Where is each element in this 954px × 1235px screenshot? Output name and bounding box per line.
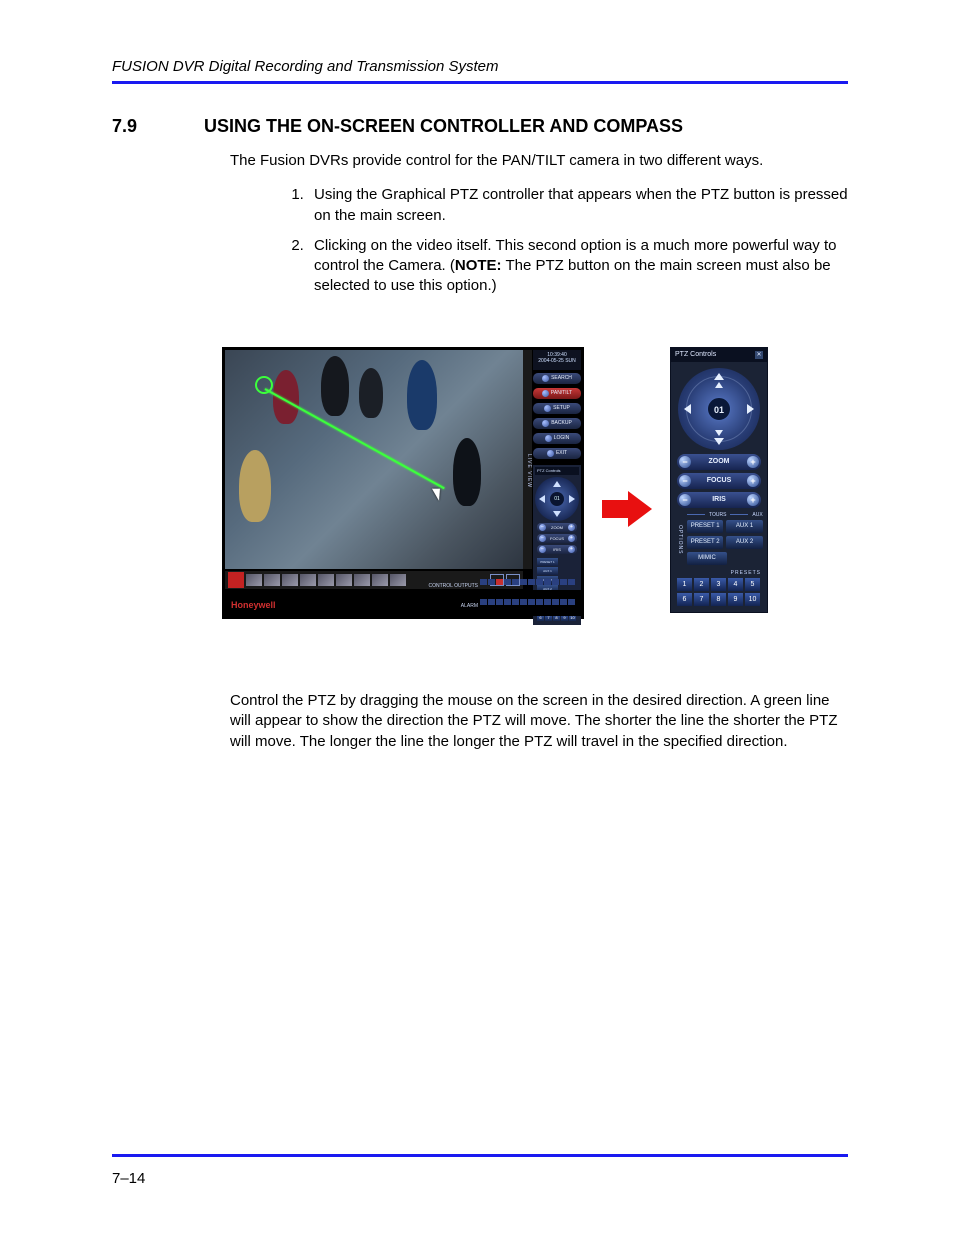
close-icon[interactable]: ✕ [755, 351, 763, 359]
iris-row[interactable]: −IRIS+ [537, 545, 577, 554]
preset-button[interactable]: 3 [711, 578, 726, 591]
iris-minus-button[interactable]: − [679, 494, 691, 506]
focus-control: − FOCUS + [677, 473, 761, 489]
compass-icon[interactable]: 01 [535, 477, 579, 521]
preset1-button[interactable]: PRESET 1 [687, 520, 723, 533]
setup-button[interactable]: SETUP [533, 403, 581, 414]
header-rule [112, 81, 848, 84]
camera-thumb[interactable] [354, 574, 370, 586]
preset-button[interactable]: 5 [745, 578, 760, 591]
preset-button[interactable]: 10 [745, 593, 760, 606]
figure: LIVE VIEW 10:39:402004-05-25 SUN SEARCH … [222, 347, 848, 619]
backup-button[interactable]: BACKUP [533, 418, 581, 429]
section-title: USING THE ON-SCREEN CONTROLLER AND COMPA… [204, 116, 683, 137]
side-panel: SEARCH PAN/TILT SETUP BACKUP LOGIN EXIT [533, 373, 581, 459]
tours-label: TOURS [709, 512, 726, 518]
iris-control: − IRIS + [677, 492, 761, 508]
zoom-minus-button[interactable]: − [679, 456, 691, 468]
arrow-right-icon [602, 491, 652, 527]
aux1-button[interactable]: AUX 1 [726, 520, 762, 533]
arrow-left-icon[interactable] [684, 404, 691, 414]
preset-grid: 1 2 3 4 5 6 7 8 9 10 [671, 576, 767, 612]
preset-button[interactable]: 4 [728, 578, 743, 591]
arrow-down-icon[interactable] [714, 438, 724, 445]
zoom-label: ZOOM [709, 458, 730, 465]
arrow-down-icon[interactable] [715, 430, 723, 436]
brand-logo: Honeywell [231, 600, 276, 610]
preset-button[interactable]: 7 [694, 593, 709, 606]
page-number: 7–14 [112, 1170, 145, 1187]
aux2-button[interactable]: AUX 2 [726, 536, 762, 549]
ptz-controls-panel: PTZ Controls ✕ 01 − ZOOM + − FOCUS + [670, 347, 768, 613]
output-indicators: CONTROL OUTPUTS ALARM [428, 574, 575, 612]
preset1-button[interactable]: PRESET 1 [537, 558, 558, 566]
camera-thumb[interactable] [282, 574, 298, 586]
pantilt-button[interactable]: PAN/TILT [533, 388, 581, 399]
camera-thumb[interactable] [318, 574, 334, 586]
iris-plus-button[interactable]: + [747, 494, 759, 506]
intro-paragraph: The Fusion DVRs provide control for the … [230, 151, 848, 171]
arrow-up-icon[interactable] [714, 373, 724, 380]
preset-button[interactable]: 6 [677, 593, 692, 606]
record-icon[interactable] [228, 572, 244, 588]
footer-rule [112, 1154, 848, 1157]
note-bold: NOTE: [455, 257, 502, 274]
options-label: OPTIONS [677, 512, 683, 568]
arrow-right-icon[interactable] [747, 404, 754, 414]
zoom-plus-button[interactable]: + [747, 456, 759, 468]
zoom-row[interactable]: −ZOOM+ [537, 523, 577, 532]
ptz-compass[interactable]: 01 [678, 368, 760, 450]
after-figure-paragraph: Control the PTZ by dragging the mouse on… [230, 691, 848, 753]
focus-row[interactable]: −FOCUS+ [537, 534, 577, 543]
clock: 10:39:402004-05-25 SUN [533, 350, 581, 370]
preset-button[interactable]: 8 [711, 593, 726, 606]
arrow-up-icon[interactable] [715, 382, 723, 388]
ptz-mini-title: PTZ Controls [535, 467, 579, 475]
preset-button[interactable]: 2 [694, 578, 709, 591]
camera-thumb[interactable] [390, 574, 406, 586]
focus-minus-button[interactable]: − [679, 475, 691, 487]
exit-button[interactable]: EXIT [533, 448, 581, 459]
numbered-list: Using the Graphical PTZ controller that … [230, 185, 848, 296]
running-header: FUSION DVR Digital Recording and Transmi… [112, 58, 848, 75]
camera-thumb[interactable] [372, 574, 388, 586]
preset2-button[interactable]: PRESET 2 [687, 536, 723, 549]
preset-button[interactable]: 9 [728, 593, 743, 606]
search-button[interactable]: SEARCH [533, 373, 581, 384]
ptz-title: PTZ Controls [675, 351, 716, 362]
camera-thumb[interactable] [336, 574, 352, 586]
camera-thumb[interactable] [246, 574, 262, 586]
video-pane[interactable] [225, 350, 523, 569]
camera-thumb[interactable] [300, 574, 316, 586]
section-number: 7.9 [112, 116, 176, 137]
focus-label: FOCUS [707, 477, 732, 484]
camera-thumb[interactable] [264, 574, 280, 586]
zoom-control: − ZOOM + [677, 454, 761, 470]
focus-plus-button[interactable]: + [747, 475, 759, 487]
aux-label: AUX [752, 512, 762, 518]
iris-label: IRIS [712, 496, 726, 503]
compass-center: 01 [707, 397, 731, 421]
list-item: Using the Graphical PTZ controller that … [308, 185, 848, 226]
list-item: Clicking on the video itself. This secon… [308, 236, 848, 297]
dvr-screenshot: LIVE VIEW 10:39:402004-05-25 SUN SEARCH … [222, 347, 584, 619]
live-view-strip: LIVE VIEW [523, 350, 532, 569]
mimic-button[interactable]: MIMIC [687, 552, 727, 565]
login-button[interactable]: LOGIN [533, 433, 581, 444]
preset-button[interactable]: 1 [677, 578, 692, 591]
